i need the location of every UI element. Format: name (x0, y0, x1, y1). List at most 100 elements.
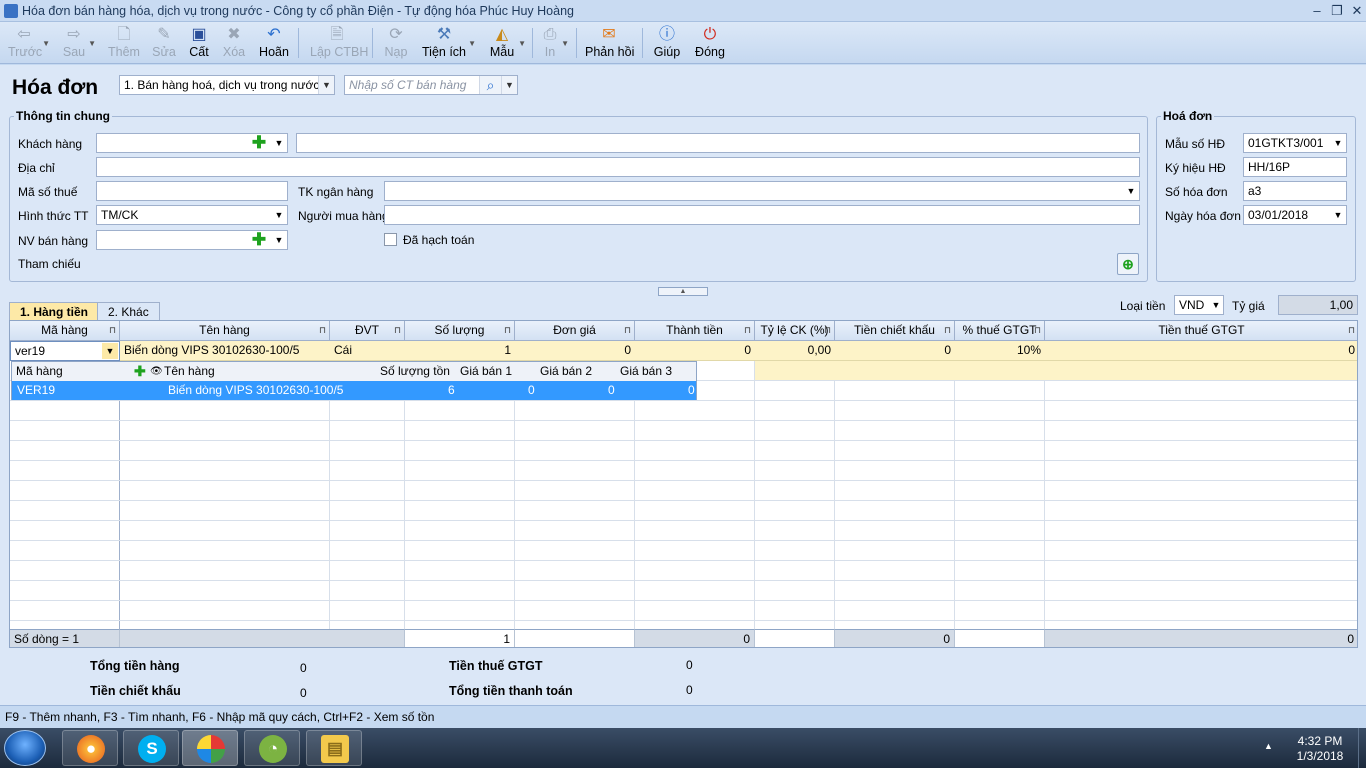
binoculars-icon[interactable]: 👁 (150, 362, 163, 381)
col-header-discount[interactable]: Tiền chiết khấu ⊓ (835, 321, 955, 341)
restore-button[interactable]: ❐ (1326, 2, 1348, 20)
chevron-down-icon[interactable]: ▼ (271, 231, 287, 249)
lookup-header-code[interactable]: Mã hàng (16, 362, 63, 381)
col-header-unit[interactable]: ĐVT ⊓ (330, 321, 405, 341)
template-button[interactable]: ◭ Mẫu ▼ (488, 25, 526, 61)
col-header-price[interactable]: Đơn giá ⊓ (515, 321, 635, 341)
form-no-select[interactable]: 01GTKT3/001 ▼ (1243, 133, 1347, 153)
undo-button[interactable]: ↶ Hoãn (258, 25, 290, 61)
taskbar-coccoc[interactable]: ◔ (244, 730, 300, 766)
cell-name[interactable]: Biến dòng VIPS 30102630-100/5 (120, 341, 330, 361)
invoice-type-select[interactable]: 1. Bán hàng hoá, dịch vụ trong nước ▼ (119, 75, 335, 95)
taskbar-firefox[interactable]: ● (62, 730, 118, 766)
col-header-vat-rate[interactable]: % thuế GTGT ⊓ (955, 321, 1045, 341)
exchange-rate-input[interactable]: 1,00 (1278, 295, 1358, 315)
cell-unit[interactable]: Cái (330, 341, 405, 361)
chevron-down-icon[interactable]: ▼ (102, 343, 118, 359)
show-desktop-button[interactable] (1358, 728, 1366, 768)
back-button[interactable]: ⇦ Trước ▼ (8, 25, 50, 61)
chevron-down-icon[interactable]: ▼ (501, 76, 517, 94)
edit-button[interactable]: ✎ Sửa (152, 25, 176, 61)
pin-icon: ⊓ (823, 325, 831, 335)
tab-goods[interactable]: 1. Hàng tiền (9, 302, 100, 321)
cell-discount[interactable]: 0 (835, 341, 955, 361)
payment-method-select[interactable]: TM/CK ▼ (96, 205, 288, 225)
posted-checkbox[interactable] (384, 233, 397, 246)
tray-chevron-up-icon[interactable]: ▲ (1264, 741, 1273, 751)
cell-vat[interactable]: 0 (1045, 341, 1357, 361)
collapse-handle[interactable]: ▲ (658, 287, 708, 296)
add-salesperson-icon[interactable]: ✚ (251, 231, 267, 248)
chevron-down-icon[interactable]: ▼ (271, 206, 287, 224)
close-button[interactable]: ⏻ Đóng (694, 25, 726, 61)
help-button[interactable]: ⓘ Giúp (653, 25, 681, 61)
lookup-header-name[interactable]: Tên hàng (164, 362, 215, 381)
cell-price[interactable]: 0 (515, 341, 635, 361)
cell-qty[interactable]: 1 (405, 341, 515, 361)
col-header-qty[interactable]: Số lượng ⊓ (405, 321, 515, 341)
salesperson-label: NV bán hàng (18, 234, 89, 248)
chevron-down-icon[interactable]: ▼ (1330, 206, 1346, 224)
customer-name-input[interactable] (296, 133, 1140, 153)
cell-code-editor[interactable]: ver19 ▼ (10, 341, 120, 361)
delete-button[interactable]: ✖ Xóa (222, 25, 246, 61)
row-count: Số dòng = 1 (10, 629, 120, 647)
lookup-header-price1[interactable]: Giá bán 1 (460, 362, 513, 381)
save-button[interactable]: ▣ Cất (188, 25, 210, 61)
currency-select[interactable]: VND ▼ (1174, 295, 1224, 315)
address-input[interactable] (96, 157, 1140, 177)
lookup-row[interactable]: VER19 Biến dòng VIPS 30102630-100/5 6 0 … (12, 381, 696, 400)
salesperson-input[interactable]: ✚ ▼ (96, 230, 288, 250)
symbol-input[interactable]: HH/16P (1243, 157, 1347, 177)
taskbar-misa[interactable] (182, 730, 238, 766)
pin-icon: ⊓ (503, 325, 511, 335)
search-icon[interactable]: ⌕ (479, 76, 501, 94)
lookup-header-price2[interactable]: Giá bán 2 (540, 362, 593, 381)
col-header-name[interactable]: Tên hàng ⊓ (120, 321, 330, 341)
currency-label: Loại tiền (1120, 299, 1166, 313)
clock[interactable]: 4:32 PM 1/3/2018 (1285, 734, 1355, 764)
invoice-type-value: 1. Bán hàng hoá, dịch vụ trong nước (124, 78, 320, 92)
cell-discount-rate[interactable]: 0,00 (755, 341, 835, 361)
col-header-discount-rate[interactable]: Tỷ lệ CK (%) ⊓ (755, 321, 835, 341)
col-header-code[interactable]: Mã hàng ⊓ (10, 321, 120, 341)
chevron-down-icon[interactable]: ▼ (318, 76, 334, 94)
minimize-button[interactable]: – (1306, 2, 1328, 20)
customer-code-input[interactable]: ✚ ▼ (96, 133, 288, 153)
cell-amount[interactable]: 0 (635, 341, 755, 361)
chevron-down-icon[interactable]: ▼ (1330, 134, 1346, 152)
search-voucher-input[interactable]: Nhập số CT bán hàng ⌕ ▼ (344, 75, 518, 95)
feedback-button[interactable]: ✉ Phản hồi (585, 25, 634, 61)
lookup-header-stock[interactable]: Số lượng tồn (380, 362, 450, 381)
col-header-vat[interactable]: Tiền thuế GTGT ⊓ (1045, 321, 1357, 341)
close-window-button[interactable]: ✕ (1346, 2, 1366, 20)
add-customer-icon[interactable]: ✚ (251, 134, 267, 151)
chevron-down-icon[interactable]: ▼ (271, 134, 287, 152)
tax-code-input[interactable] (96, 181, 288, 201)
add-reference-icon[interactable]: ⊕ (1117, 253, 1139, 275)
form-no-label: Mẫu số HĐ (1165, 137, 1226, 151)
invoice-date-picker[interactable]: 03/01/2018 ▼ (1243, 205, 1347, 225)
tab-other[interactable]: 2. Khác (97, 302, 160, 321)
taskbar-skype[interactable]: S (123, 730, 179, 766)
lookup-header-price3[interactable]: Giá bán 3 (620, 362, 673, 381)
chevron-down-icon[interactable]: ▼ (1209, 296, 1223, 314)
next-button[interactable]: ⇨ Sau ▼ (62, 25, 96, 61)
add-button[interactable]: 🗋 Thêm (108, 25, 140, 61)
chevron-down-icon[interactable]: ▼ (1123, 182, 1139, 200)
buyer-input[interactable] (384, 205, 1140, 225)
utilities-button[interactable]: ⚒ Tiện ích ▼ (422, 25, 476, 61)
total-vat-label: Tiền thuế GTGT (449, 659, 543, 673)
pin-icon: ⊓ (108, 325, 116, 335)
col-header-amount[interactable]: Thành tiền ⊓ (635, 321, 755, 341)
add-item-icon[interactable]: ✚ (134, 362, 146, 381)
taskbar-explorer[interactable]: ▤ (306, 730, 362, 766)
print-button[interactable]: ⎙ In ▼ (541, 25, 569, 61)
bank-account-select[interactable]: ▼ (384, 181, 1140, 201)
page-title: Hóa đơn (12, 76, 99, 99)
start-button[interactable] (4, 730, 46, 766)
cell-vat-rate[interactable]: 10% (955, 341, 1045, 361)
invoice-number-input[interactable]: a3 (1243, 181, 1347, 201)
load-button[interactable]: ⟳ Nạp (383, 25, 409, 61)
create-ctbh-button[interactable]: 🗎 Lập CTBH (310, 25, 368, 61)
